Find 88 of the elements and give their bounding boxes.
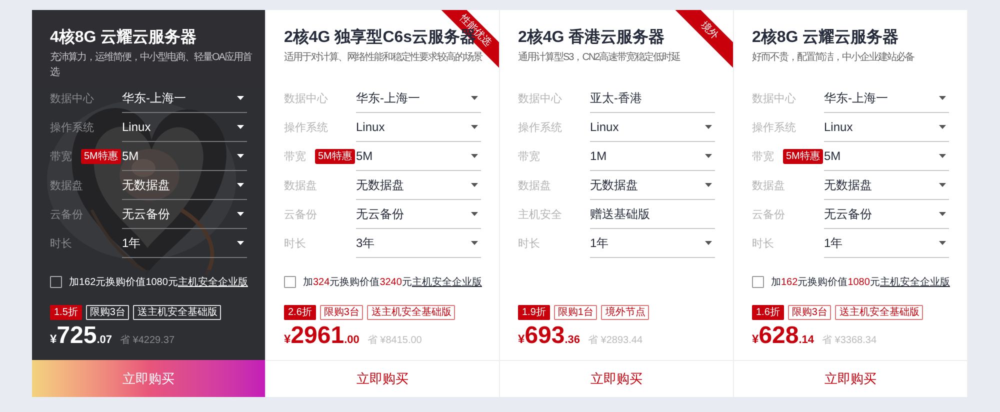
saving-text: 省 ¥4229.37 — [120, 334, 175, 348]
card-title: 4核8G 云耀云服务器 — [50, 28, 197, 48]
price: ¥628.14 — [752, 322, 814, 351]
card-subtitle: 充沛算力，运维简便，中小型电商、轻量OA应用首选 — [50, 50, 253, 80]
dropdown-field[interactable]: 5M — [356, 142, 481, 171]
card-subtitle: 适用于对计算、网络性能和稳定性要求较高的场景 — [284, 50, 484, 65]
product-card[interactable]: 境外 2核4G 香港云服务器 通用计算型S3，CN2高速带宽稳定低时延 数据中心 亚太-香港 操作系统 Linux 带宽 1M 数据盘 无数据盘 主机安全 赠送基础版 时长 1年 1.9折 限购1台 境外节点 ¥693.36 省 ¥2893.44 立即购买 — [500, 10, 734, 397]
discount-tag: 1.6折 — [752, 305, 784, 320]
field-label: 数据盘 — [284, 178, 317, 194]
dropdown-field[interactable]: 无数据盘 — [824, 171, 949, 200]
field-label: 带宽 — [752, 150, 774, 164]
promo-badge: 5M特惠 — [315, 149, 355, 164]
discount-tag: 1.9折 — [518, 305, 550, 320]
field-label: 时长 — [284, 236, 306, 252]
info-tag: 送主机安全基础版 — [367, 305, 456, 320]
dropdown-field[interactable]: 华东-上海一 — [122, 84, 247, 113]
info-tag: 限购3台 — [320, 305, 364, 320]
field-label: 数据盘 — [752, 178, 785, 194]
field-label: 操作系统 — [752, 120, 796, 136]
dropdown-field[interactable]: Linux — [590, 113, 715, 142]
dropdown-field[interactable]: 3年 — [356, 229, 481, 258]
card-subtitle: 通用计算型S3，CN2高速带宽稳定低时延 — [518, 50, 682, 65]
dropdown-field[interactable]: Linux — [356, 113, 481, 142]
dropdown-field[interactable]: Linux — [122, 113, 247, 142]
field-label: 操作系统 — [284, 120, 328, 136]
field-label: 数据中心 — [284, 92, 328, 106]
field-label: 数据中心 — [518, 92, 562, 106]
field-label: 主机安全 — [518, 208, 562, 222]
saving-text: 省 ¥2893.44 — [588, 334, 643, 348]
offer-text: 加162元换购价值1080元主机安全企业版 — [69, 276, 248, 290]
dropdown-field[interactable]: 1年 — [824, 229, 949, 258]
card-subtitle: 好而不贵，配置简洁，中小企业建站必备 — [752, 50, 916, 65]
field-label: 带宽 — [518, 150, 540, 164]
product-card[interactable]: 2核8G 云耀云服务器 好而不贵，配置简洁，中小企业建站必备 数据中心 华东-上海一 操作系统 Linux 带宽 5M特惠 5M 数据盘 无数据盘 云备份 无云备份 时长 1年 加162元换购价值1080元主机安全企业版 1.6折 限购3台 送主机安全基础版 ¥628.14 省 ¥3368.34 立即购买 — [734, 10, 968, 397]
info-tag: 送主机安全基础版 — [835, 305, 924, 320]
field-label: 时长 — [50, 236, 72, 252]
info-tag: 送主机安全基础版 — [133, 305, 222, 320]
dropdown-field[interactable]: 5M — [122, 142, 247, 171]
dropdown-field[interactable]: 1M — [590, 142, 715, 171]
offer-text: 加162元换购价值1080元主机安全企业版 — [771, 276, 950, 290]
offer-text: 加324元换购价值3240元主机安全企业版 — [303, 276, 482, 290]
info-tag: 限购1台 — [554, 305, 598, 320]
dropdown-field[interactable]: Linux — [824, 113, 949, 142]
card-title: 2核8G 云耀云服务器 — [752, 28, 899, 48]
price: ¥693.36 — [518, 322, 580, 351]
field-label: 数据盘 — [518, 178, 551, 194]
field-label: 操作系统 — [50, 120, 94, 136]
dropdown-field[interactable]: 无数据盘 — [122, 171, 247, 200]
offer-link[interactable]: 主机安全企业版 — [412, 276, 482, 288]
field-label: 带宽 — [50, 150, 72, 164]
dropdown-field[interactable]: 1年 — [590, 229, 715, 258]
dropdown-field[interactable]: 5M — [824, 142, 949, 171]
product-card[interactable]: 4核8G 云耀云服务器 充沛算力，运维简便，中小型电商、轻量OA应用首选 数据中心 华东-上海一 操作系统 Linux 带宽 5M特惠 5M 数据盘 无数据盘 云备份 无云备份 时长 1年 加162元换购价值1080元主机安全企业版 1.5折 限购3台 送主机安全基础版 ¥725.07 省 ¥4229.37 立即购买 — [32, 10, 266, 397]
dropdown-field[interactable]: 无云备份 — [356, 200, 481, 229]
field-label: 数据中心 — [50, 92, 94, 106]
price: ¥2961.00 — [284, 322, 360, 351]
dropdown-field[interactable]: 无云备份 — [122, 200, 247, 229]
promo-badge: 5M特惠 — [81, 149, 121, 164]
field-label: 云备份 — [752, 208, 785, 222]
saving-text: 省 ¥8415.00 — [367, 334, 422, 348]
saving-text: 省 ¥3368.34 — [822, 334, 877, 348]
info-tag: 限购3台 — [86, 305, 130, 320]
field-label: 云备份 — [284, 208, 317, 222]
field-label: 数据中心 — [752, 92, 796, 106]
field-label: 时长 — [518, 236, 540, 252]
dropdown-field[interactable]: 无云备份 — [824, 200, 949, 229]
field-label: 时长 — [752, 236, 774, 252]
dropdown-field[interactable]: 无数据盘 — [356, 171, 481, 200]
discount-tag: 2.6折 — [284, 305, 316, 320]
promo-badge: 5M特惠 — [783, 149, 823, 164]
dropdown-field[interactable]: 无数据盘 — [590, 171, 715, 200]
dropdown-field[interactable]: 华东-上海一 — [824, 84, 949, 113]
info-tag: 限购3台 — [788, 305, 832, 320]
offer-link[interactable]: 主机安全企业版 — [880, 276, 950, 288]
value-field: 亚太-香港 — [590, 84, 715, 113]
field-label: 数据盘 — [50, 178, 83, 194]
dropdown-field[interactable]: 华东-上海一 — [356, 84, 481, 113]
offer-link[interactable]: 主机安全企业版 — [178, 276, 248, 288]
price: ¥725.07 — [50, 322, 112, 351]
field-label: 操作系统 — [518, 120, 562, 136]
dropdown-field[interactable]: 1年 — [122, 229, 247, 258]
field-label: 带宽 — [284, 150, 306, 164]
discount-tag: 1.5折 — [50, 305, 82, 320]
field-label: 云备份 — [50, 208, 83, 222]
buy-button[interactable]: 立即购买 — [32, 360, 265, 397]
info-tag: 境外节点 — [601, 305, 650, 320]
value-field: 赠送基础版 — [590, 200, 715, 229]
card-title: 2核4G 香港云服务器 — [518, 27, 665, 48]
